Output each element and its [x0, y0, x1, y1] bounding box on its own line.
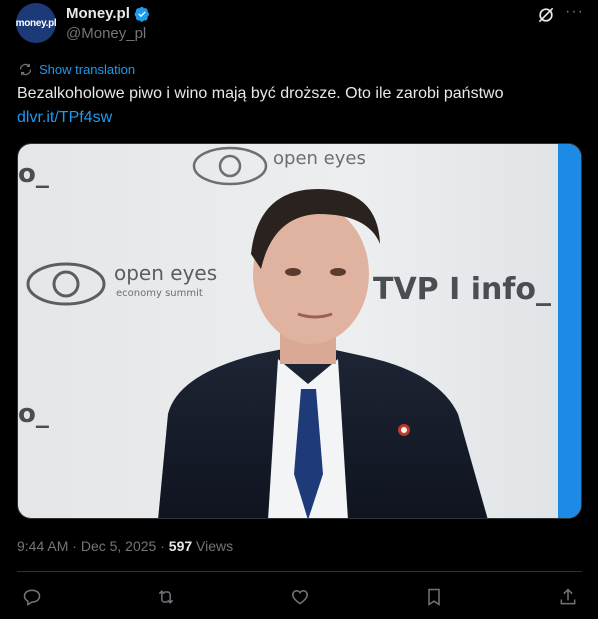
- author-handle[interactable]: @Money_pl: [66, 25, 146, 42]
- avatar-text: money.pl: [15, 17, 57, 29]
- meta-separator: ·: [160, 538, 165, 554]
- bookmark-icon[interactable]: [423, 586, 445, 608]
- tvp-info-text: TVP I info_: [373, 272, 551, 307]
- author-name[interactable]: Money.pl: [66, 5, 130, 22]
- grok-icon[interactable]: [536, 5, 556, 25]
- reply-icon[interactable]: [21, 586, 43, 608]
- svg-text:o_: o_: [18, 399, 49, 429]
- show-translation-label[interactable]: Show translation: [39, 62, 135, 77]
- author-name-row[interactable]: Money.pl: [66, 5, 150, 22]
- tweet-date[interactable]: Dec 5, 2025: [81, 538, 157, 554]
- tweet-image[interactable]: open eyes open eyes economy summit TVP I…: [17, 143, 582, 519]
- open-eyes-brand-mid: open eyes: [114, 261, 217, 285]
- tweet-time[interactable]: 9:44 AM: [17, 538, 68, 554]
- translate-icon: [18, 62, 33, 77]
- open-eyes-sub-mid: economy summit: [116, 288, 203, 299]
- verified-badge-icon: [134, 6, 150, 22]
- repost-icon[interactable]: [155, 586, 177, 608]
- views-label: Views: [196, 538, 234, 554]
- tweet-meta: 9:44 AM · Dec 5, 2025 · 597 Views: [17, 538, 233, 554]
- like-icon[interactable]: [289, 586, 311, 608]
- svg-text:o_: o_: [18, 159, 49, 189]
- meta-separator: ·: [72, 538, 77, 554]
- divider: [17, 571, 582, 572]
- tweet-text: Bezalkoholowe piwo i wino mają być drożs…: [17, 85, 504, 102]
- views-count: 597: [168, 538, 193, 554]
- share-icon[interactable]: [557, 586, 579, 608]
- open-eyes-brand-top: open eyes: [273, 148, 366, 169]
- tweet-link[interactable]: dlvr.it/TPf4sw: [17, 109, 112, 127]
- avatar[interactable]: money.pl: [15, 3, 57, 43]
- show-translation-button[interactable]: Show translation: [18, 62, 135, 77]
- more-icon[interactable]: ···: [565, 3, 584, 21]
